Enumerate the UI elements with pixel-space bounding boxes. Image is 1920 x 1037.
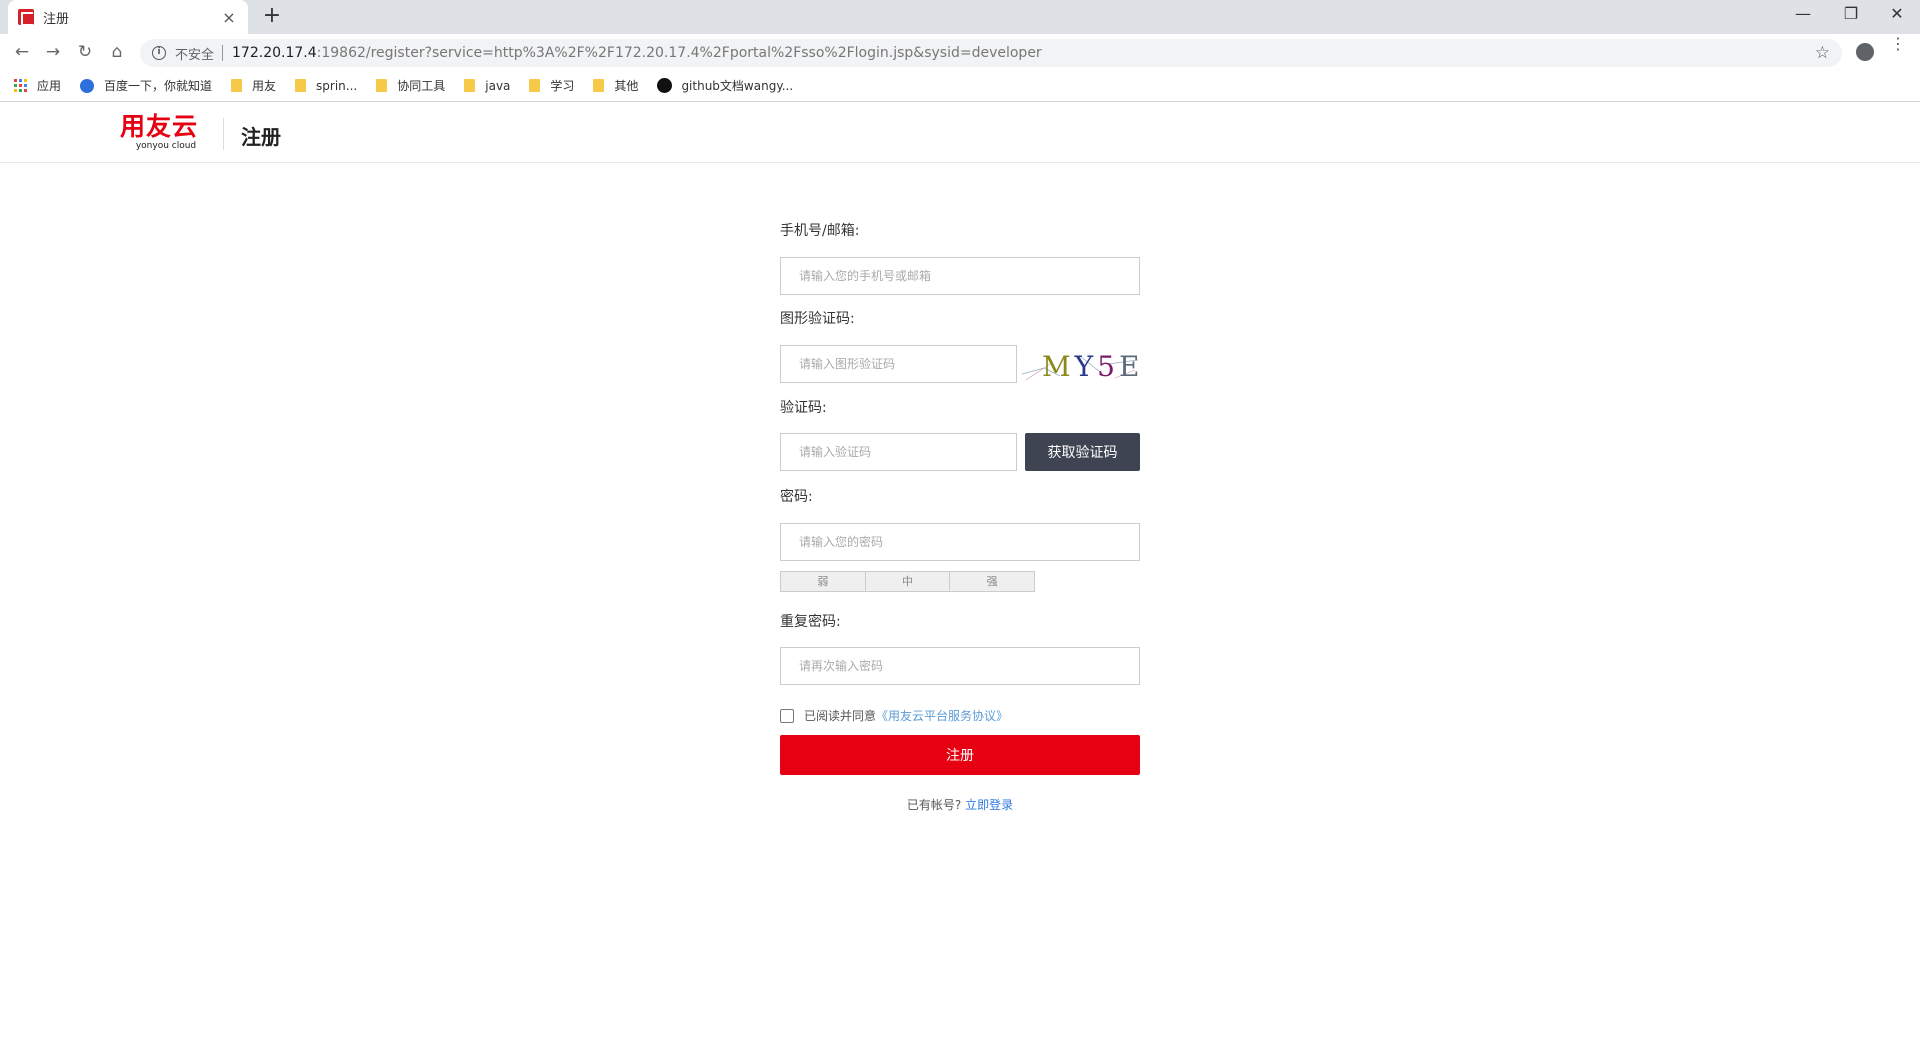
captcha-label: 图形验证码: [780,311,855,327]
profile-avatar-icon[interactable] [1856,43,1874,61]
captcha-input[interactable] [780,345,1017,383]
security-label[interactable]: 不安全 [175,44,214,63]
github-icon [657,78,673,93]
browser-toolbar: ← → ↻ ⌂ i 不安全 172.20.17.4 :19862/registe… [0,34,1920,70]
bookmark-folder-collab[interactable]: 协同工具 [376,77,445,94]
reload-icon[interactable]: ↻ [71,38,99,66]
minimize-button[interactable]: — [1780,0,1826,30]
bookmark-label: 协同工具 [397,79,446,93]
agreement-checkbox[interactable] [780,708,794,723]
agreement-text: 已阅读并同意 [804,709,877,723]
confirm-password-label: 重复密码: [780,614,841,630]
baidu-paw-icon [80,78,95,93]
register-button[interactable]: 注册 [780,735,1140,775]
browser-menu-icon[interactable]: ⋮ [1890,36,1906,52]
account-input[interactable] [780,257,1140,295]
bookmark-folder-study[interactable]: 学习 [529,77,574,94]
strength-medium: 中 [864,572,950,591]
bookmark-star-icon[interactable]: ☆ [1815,43,1830,63]
agreement-link[interactable]: 《用友云平台服务协议》 [876,707,1008,724]
yonyou-logo[interactable]: 用友云 yonyou cloud [120,112,199,152]
bookmark-github[interactable]: github文档wangy... [657,77,793,94]
restore-button[interactable]: ❐ [1828,0,1874,30]
bookmarks-bar: 应用 百度一下，你就知道 用友 sprin... 协同工具 java 学习 其他… [0,70,1920,102]
bookmark-folder-yonyou[interactable]: 用友 [231,77,276,94]
login-prompt-text: 已有帐号? [906,798,962,812]
bookmark-label: java [485,78,511,93]
captcha-image[interactable]: MY5E [1020,346,1140,386]
sms-code-label: 验证码: [780,400,827,416]
strength-strong: 强 [949,572,1035,591]
strength-weak: 弱 [781,572,865,591]
get-sms-code-button[interactable]: 获取验证码 [1025,433,1140,471]
new-tab-button[interactable]: + [259,4,285,30]
sms-code-input[interactable] [780,433,1017,471]
confirm-password-input[interactable] [780,647,1140,685]
folder-icon [593,79,605,92]
folder-icon [376,79,388,92]
logo-text-cn: 用友云 [120,112,199,141]
bookmark-apps[interactable]: 应用 [14,77,61,94]
browser-tab[interactable]: 注册 × [8,0,248,34]
folder-icon [295,79,307,92]
login-prompt: 已有帐号? 立即登录 [780,796,1140,813]
bookmark-folder-other[interactable]: 其他 [593,77,638,94]
tab-title: 注册 [43,11,70,27]
address-bar[interactable]: i 不安全 172.20.17.4 :19862/register?servic… [140,39,1842,67]
url-host: 172.20.17.4 [232,45,317,61]
password-input[interactable] [780,523,1140,561]
bookmark-folder-spring[interactable]: sprin... [295,79,357,93]
site-header: 用友云 yonyou cloud 注册 [0,103,1920,163]
bookmark-folder-java[interactable]: java [464,79,510,93]
bookmark-label: sprin... [316,78,358,93]
site-favicon-icon [18,9,34,26]
bookmark-baidu[interactable]: 百度一下，你就知道 [80,77,212,94]
apps-grid-icon [14,79,27,92]
header-divider [223,118,224,150]
tab-close-icon[interactable]: × [220,8,238,27]
forward-icon[interactable]: → [39,38,67,66]
bookmark-label: 学习 [550,79,575,93]
folder-icon [464,79,476,92]
info-icon[interactable]: i [152,46,166,60]
folder-icon [231,79,243,92]
page-title: 注册 [241,125,281,149]
back-icon[interactable]: ← [8,38,36,66]
bookmark-label: 其他 [614,79,639,93]
bookmark-label: 应用 [37,79,62,93]
folder-icon [529,79,541,92]
bookmark-label: 百度一下，你就知道 [104,79,213,93]
account-label: 手机号/邮箱: [780,223,860,239]
tab-strip: 注册 × + — ❐ ✕ [0,0,1920,34]
password-label: 密码: [780,489,813,505]
logo-text-en: yonyou cloud [135,141,197,151]
captcha-text: MY5E [1042,350,1139,383]
close-window-button[interactable]: ✕ [1874,0,1920,30]
bookmark-label: 用友 [252,79,277,93]
address-divider [222,45,224,61]
url-path: :19862/register?service=http%3A%2F%2F172… [316,45,1042,61]
home-icon[interactable]: ⌂ [103,38,131,66]
bookmark-label: github文档wangy... [681,79,794,93]
password-strength-meter: 弱 中 强 [780,571,1035,592]
login-link[interactable]: 立即登录 [965,798,1013,812]
agreement-row: 已阅读并同意 《用友云平台服务协议》 [780,707,1008,724]
